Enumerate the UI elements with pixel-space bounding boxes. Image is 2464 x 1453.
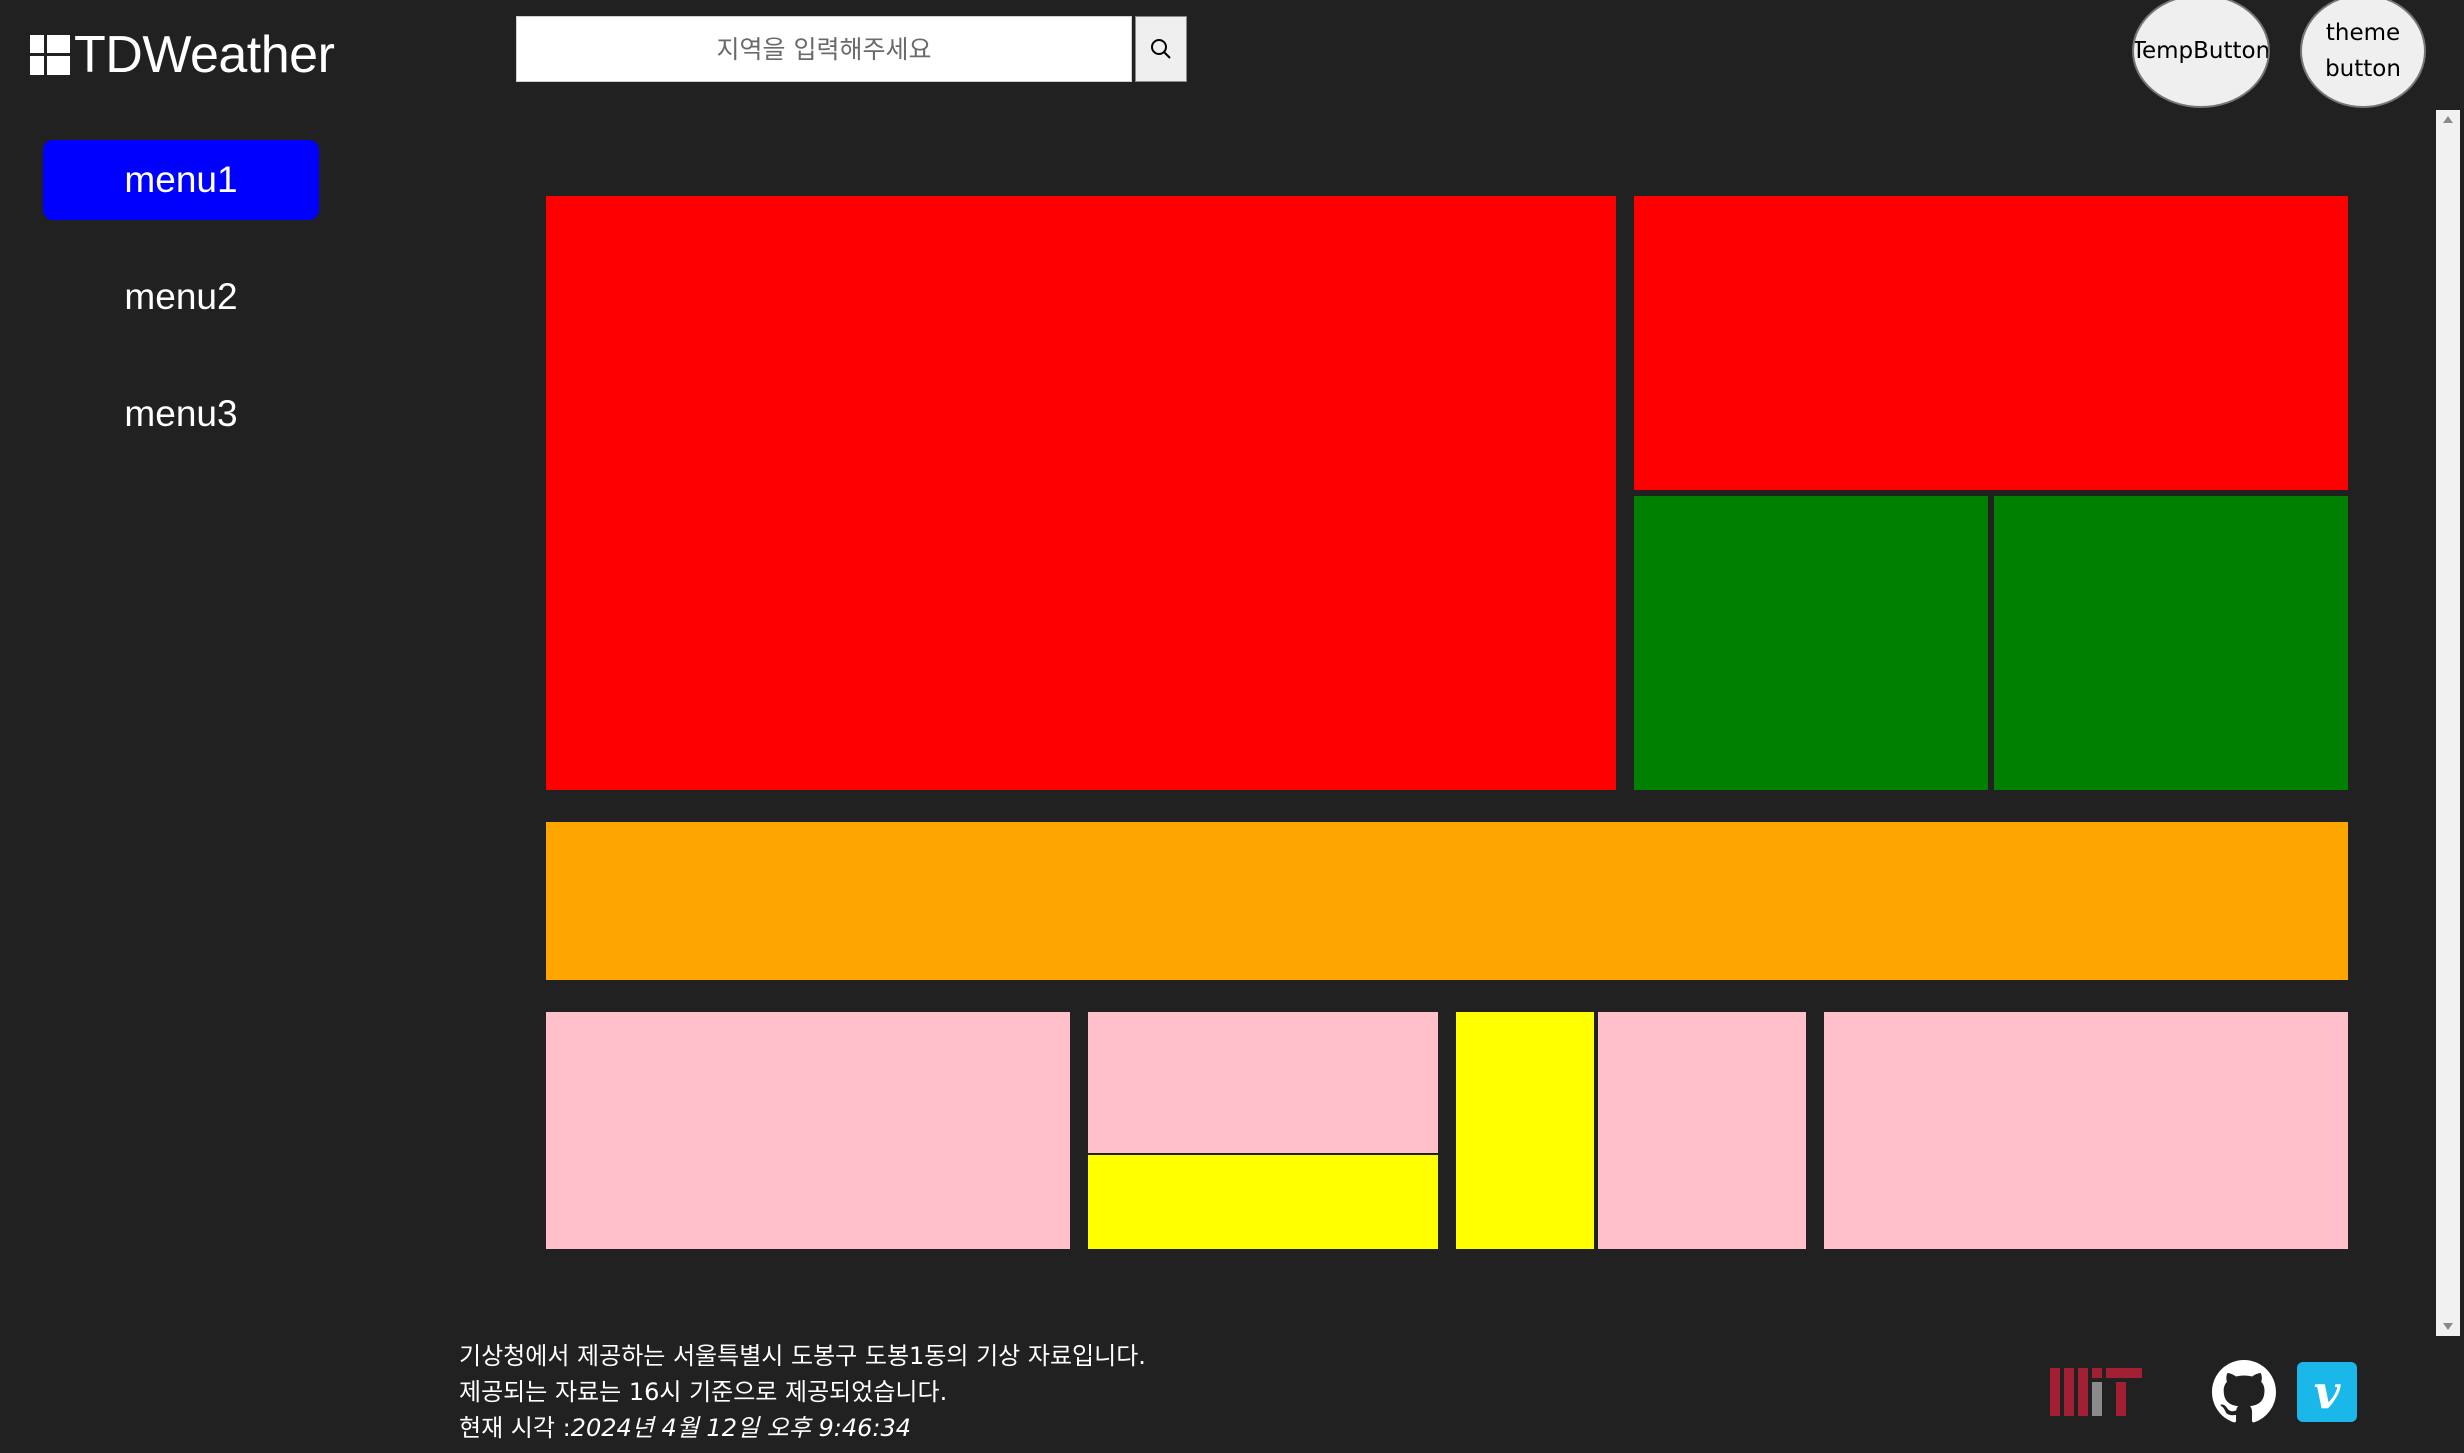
- vimeo-letter: v: [2313, 1365, 2341, 1419]
- scroll-down-icon[interactable]: [2443, 1323, 2453, 1330]
- scroll-up-icon[interactable]: [2443, 116, 2453, 123]
- yellow-block-3: [1456, 1012, 1594, 1249]
- main-red-block: [546, 196, 1616, 790]
- windows-logo-icon: [30, 35, 70, 75]
- menu-item-menu3[interactable]: menu3: [43, 374, 319, 454]
- orange-banner-block: [546, 822, 2348, 980]
- mit-logo-icon[interactable]: [2050, 1368, 2142, 1416]
- current-time-label: 현재 시각 :: [459, 1414, 571, 1442]
- github-icon[interactable]: [2212, 1360, 2276, 1424]
- vertical-scrollbar[interactable]: [2436, 110, 2460, 1336]
- search-button[interactable]: [1135, 16, 1187, 82]
- green-block-left: [1634, 496, 1988, 790]
- pink-block-3: [1598, 1012, 1806, 1249]
- search-bar: [516, 16, 1187, 82]
- theme-button[interactable]: theme button: [2300, 0, 2426, 108]
- footer-line-3: 현재 시각 :2024년 4월 12일 오후 9:46:34: [459, 1410, 1146, 1446]
- yellow-block-2-bottom: [1088, 1155, 1438, 1249]
- search-icon: [1151, 39, 1171, 59]
- vimeo-icon[interactable]: v: [2297, 1362, 2357, 1422]
- side-red-block: [1634, 196, 2348, 490]
- footer-line-2: 제공되는 자료는 16시 기준으로 제공되었습니다.: [459, 1378, 948, 1406]
- search-input[interactable]: [516, 16, 1132, 82]
- app-logo[interactable]: TDWeather: [30, 22, 335, 88]
- pink-block-2-top: [1088, 1012, 1438, 1153]
- sidebar-menu: menu1 menu2 menu3: [43, 140, 319, 491]
- footer-line-1: 기상청에서 제공하는 서울특별시 도봉구 도봉1동의 기상 자료입니다.: [459, 1342, 1146, 1370]
- footer-icons: v: [2050, 1360, 2357, 1424]
- footer-info: 기상청에서 제공하는 서울특별시 도봉구 도봉1동의 기상 자료입니다. 제공되…: [459, 1338, 1146, 1446]
- menu-item-menu1[interactable]: menu1: [43, 140, 319, 220]
- theme-button-label-line2: button: [2325, 56, 2401, 82]
- menu-item-menu2[interactable]: menu2: [43, 257, 319, 337]
- temp-button[interactable]: TempButton: [2132, 0, 2270, 108]
- green-block-right: [1994, 496, 2348, 790]
- current-time-value: 2024년 4월 12일 오후 9:46:34: [570, 1414, 911, 1442]
- theme-button-label-line1: theme: [2325, 20, 2401, 46]
- pink-block-4: [1824, 1012, 2348, 1249]
- temp-button-label: TempButton: [2132, 38, 2270, 64]
- pink-block-1: [546, 1012, 1070, 1249]
- app-title: TDWeather: [74, 26, 335, 84]
